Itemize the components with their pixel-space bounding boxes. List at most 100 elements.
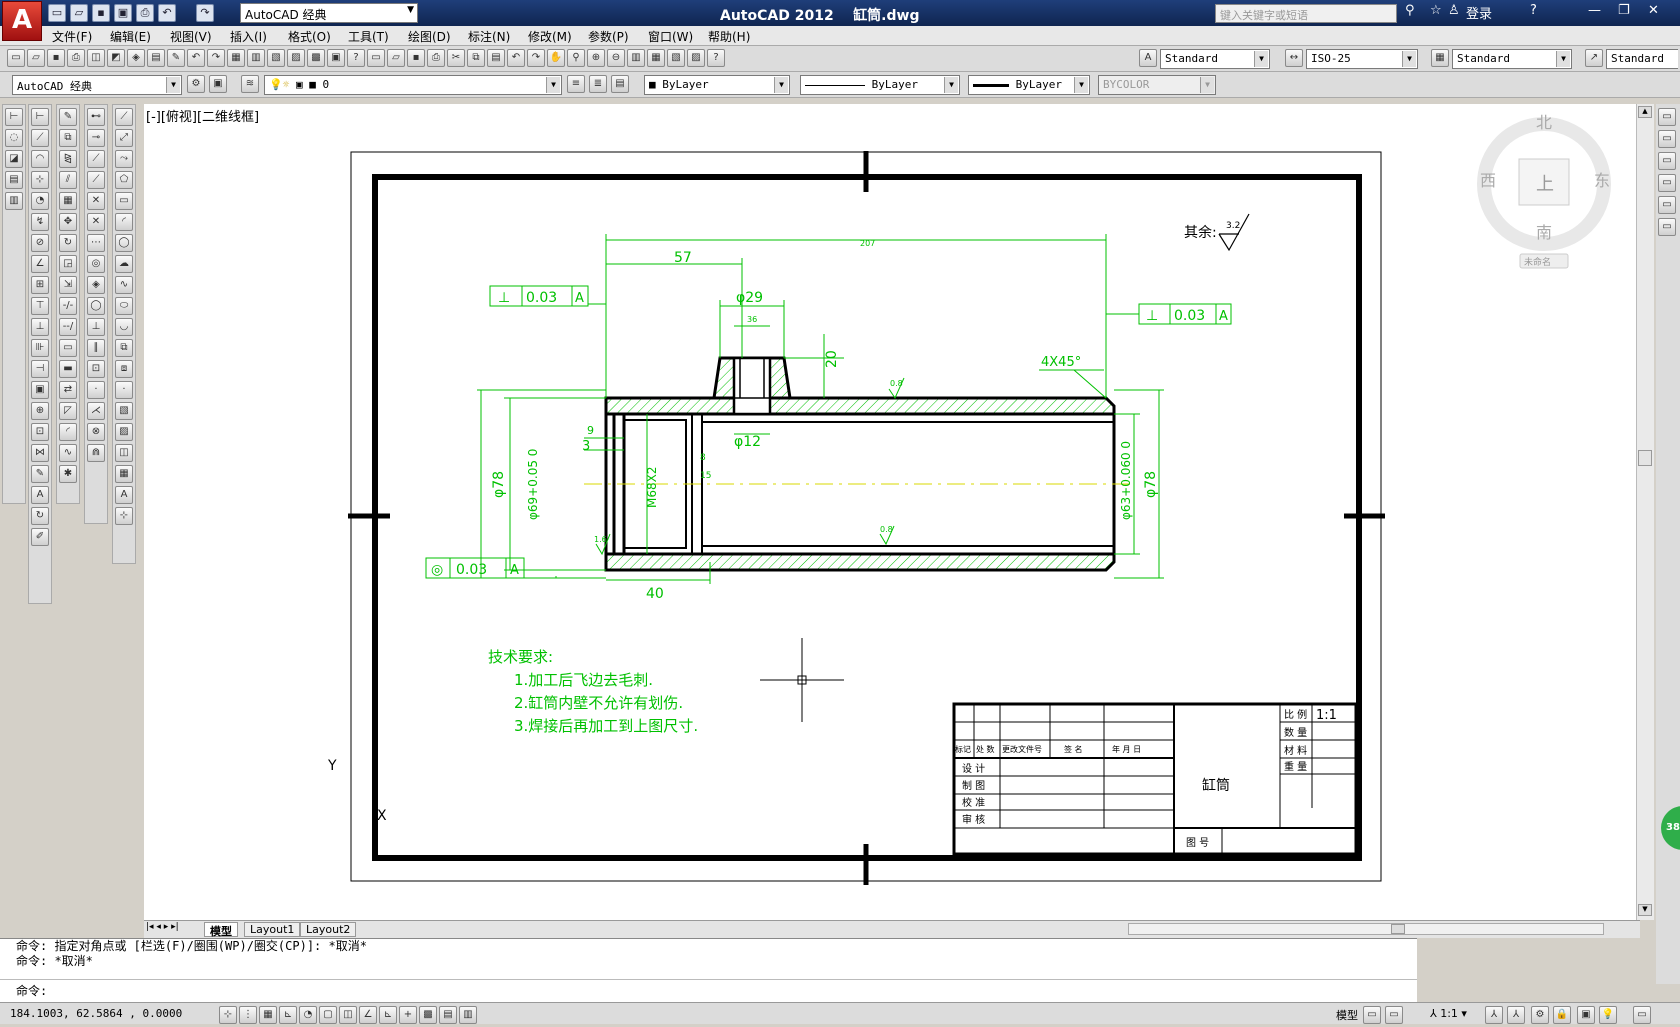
quick-view-layouts-icon[interactable]: ▭ <box>1363 1006 1381 1024</box>
aligned-dim-icon[interactable]: ⟋ <box>31 129 49 147</box>
mleader-style-dropdown[interactable]: Standard <box>1606 49 1678 69</box>
properties-icon[interactable]: ▥ <box>247 49 265 67</box>
dimstyle-icon[interactable]: ✐ <box>31 528 49 546</box>
area-icon[interactable]: ◌ <box>5 129 23 147</box>
login-link[interactable]: 登录 <box>1466 3 1492 22</box>
menu-file[interactable]: 文件(F) <box>52 28 92 45</box>
menu-format[interactable]: 格式(O) <box>288 28 331 45</box>
trim-icon[interactable]: -/- <box>59 297 77 315</box>
snap-quadrant-icon[interactable]: ◈ <box>87 276 105 294</box>
ellipse-icon[interactable]: ⬭ <box>115 297 133 315</box>
snap-midpoint-icon[interactable]: ⟋ <box>87 171 105 189</box>
line-icon[interactable]: ⟋ <box>115 108 133 126</box>
calculator-icon[interactable]: ▣ <box>327 49 345 67</box>
circle-icon[interactable]: ◯ <box>115 234 133 252</box>
copy-obj-icon[interactable]: ⧉ <box>59 129 77 147</box>
mleader-style-icon[interactable]: ↗ <box>1585 49 1603 67</box>
copy-icon[interactable]: ⧉ <box>467 49 485 67</box>
menu-tools[interactable]: 工具(T) <box>348 28 389 45</box>
infer-icon[interactable]: ⊹ <box>219 1006 237 1024</box>
jogged-icon[interactable]: ↯ <box>31 213 49 231</box>
matchprop-icon[interactable]: ✎ <box>167 49 185 67</box>
add-selected-icon[interactable]: ⊹ <box>115 507 133 525</box>
tab-model[interactable]: 模型 <box>204 922 238 938</box>
snap-endpoint-icon[interactable]: ⟋ <box>87 150 105 168</box>
erase-icon[interactable]: ✎ <box>59 108 77 126</box>
snap-settings-icon[interactable]: ⋒ <box>87 444 105 462</box>
hardware-accel-icon[interactable]: ▣ <box>1577 1006 1595 1024</box>
auto-scale-icon[interactable]: ⅄ <box>1507 1006 1525 1024</box>
layer-previous-icon[interactable]: ≣ <box>589 75 607 93</box>
paste-icon[interactable]: ▤ <box>487 49 505 67</box>
gradient-icon[interactable]: ▨ <box>115 423 133 441</box>
region-icon[interactable]: ◪ <box>5 150 23 168</box>
lineweight-dropdown[interactable]: ByLayer ▼ <box>968 75 1090 95</box>
chamfer-icon[interactable]: ◸ <box>59 402 77 420</box>
dyn-icon[interactable]: + <box>399 1006 417 1024</box>
menu-view[interactable]: 视图(V) <box>170 28 212 45</box>
layer-state-icon[interactable]: ▤ <box>611 75 629 93</box>
clean-screen-icon[interactable]: ▭ <box>1633 1006 1651 1024</box>
help-icon[interactable]: ? <box>1530 3 1537 18</box>
menu-insert[interactable]: 插入(I) <box>230 28 267 45</box>
snap-parallel-icon[interactable]: ∥ <box>87 339 105 357</box>
break-icon[interactable]: ⊣ <box>31 360 49 378</box>
save-icon[interactable]: ▪ <box>92 4 110 22</box>
menu-parametric[interactable]: 参数(P) <box>588 28 629 45</box>
array-icon[interactable]: ▦ <box>59 192 77 210</box>
sheetset-icon[interactable]: ▨ <box>287 49 305 67</box>
insert-block-icon[interactable]: ⧉ <box>115 339 133 357</box>
menu-draw[interactable]: 绘图(D) <box>408 28 451 45</box>
save-icon[interactable]: ▪ <box>47 49 65 67</box>
polar-icon[interactable]: ◔ <box>299 1006 317 1024</box>
workspace-dropdown[interactable]: AutoCAD 经典 ▼ <box>240 3 418 23</box>
tab-nav-arrows[interactable]: |◂ ◂ ▸ ▸| <box>146 922 179 932</box>
quick-dim-icon[interactable]: ⊞ <box>31 276 49 294</box>
layout-icon-5[interactable]: ▭ <box>1658 196 1676 214</box>
dimedit-icon[interactable]: ✎ <box>31 465 49 483</box>
snap-node-icon[interactable]: · <box>87 381 105 399</box>
make-block-icon[interactable]: ⧈ <box>115 360 133 378</box>
tpy-icon[interactable]: ▤ <box>439 1006 457 1024</box>
horizontal-scrollbar[interactable] <box>1128 923 1604 935</box>
otrack-icon[interactable]: ∠ <box>359 1006 377 1024</box>
revcloud-icon[interactable]: ☁ <box>115 255 133 273</box>
snap-extension-icon[interactable]: ⋯ <box>87 234 105 252</box>
workspace-switch-icon[interactable]: ⚙ <box>1531 1006 1549 1024</box>
cut-icon[interactable]: ✂ <box>447 49 465 67</box>
polygon-icon[interactable]: ⬠ <box>115 171 133 189</box>
minimize-icon[interactable]: — <box>1588 3 1601 18</box>
ducs-icon[interactable]: ⊾ <box>379 1006 397 1024</box>
explode-icon[interactable]: ✱ <box>59 465 77 483</box>
text-style-dropdown[interactable]: Standard ▼ <box>1160 49 1270 69</box>
move-icon[interactable]: ✥ <box>59 213 77 231</box>
hatch-icon[interactable]: ▧ <box>115 402 133 420</box>
extend-icon[interactable]: --/ <box>59 318 77 336</box>
join-icon[interactable]: ⇄ <box>59 381 77 399</box>
open-icon[interactable]: ▱ <box>70 4 88 22</box>
close-icon[interactable]: ✕ <box>1648 3 1659 18</box>
tolerance-icon[interactable]: ▣ <box>31 381 49 399</box>
region-draw-icon[interactable]: ◫ <box>115 444 133 462</box>
lock-icon[interactable]: 🔒 <box>1553 1006 1571 1024</box>
scroll-up-icon[interactable]: ▲ <box>1638 106 1652 118</box>
redo-icon[interactable]: ↷ <box>207 49 225 67</box>
menu-window[interactable]: 窗口(W) <box>648 28 693 45</box>
undo-icon[interactable]: ↶ <box>187 49 205 67</box>
jogged-linear-icon[interactable]: ⋈ <box>31 444 49 462</box>
snap-intersection-icon[interactable]: ✕ <box>87 192 105 210</box>
radius-icon[interactable]: ◔ <box>31 192 49 210</box>
dist-icon[interactable]: ⊢ <box>5 108 23 126</box>
designcenter-icon[interactable]: ▦ <box>227 49 245 67</box>
tp2-icon[interactable]: ▧ <box>667 49 685 67</box>
isolate-objects-icon[interactable]: 💡 <box>1599 1006 1617 1024</box>
undo2-icon[interactable]: ↶ <box>507 49 525 67</box>
mtext-icon[interactable]: A <box>115 486 133 504</box>
blend-icon[interactable]: ∿ <box>59 444 77 462</box>
props2-icon[interactable]: ▥ <box>627 49 645 67</box>
layer-manager-icon[interactable]: ≋ <box>241 75 259 93</box>
layer-dropdown[interactable]: 💡☼ ▣ ■ 0 ▼ <box>264 75 562 95</box>
osnap-icon[interactable]: ▢ <box>319 1006 337 1024</box>
new-icon[interactable]: ▭ <box>48 4 66 22</box>
rotate-icon[interactable]: ↻ <box>59 234 77 252</box>
